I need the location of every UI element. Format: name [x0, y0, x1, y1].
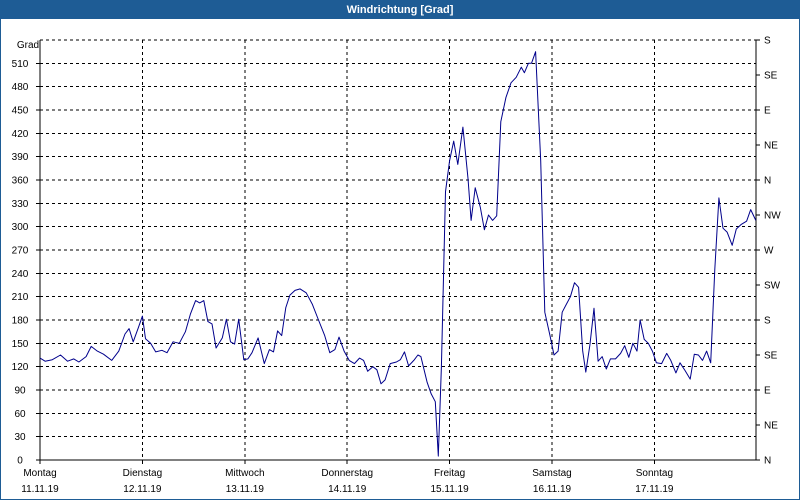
y2-tick-label: E [764, 106, 771, 117]
y2-tick-label: N [764, 176, 771, 187]
y-tick-label: 360 [12, 176, 29, 187]
axes [36, 39, 760, 464]
y2-tick-label: S [764, 36, 771, 47]
y-tick-label: 510 [12, 59, 29, 70]
y2-tick-label: N [764, 456, 771, 467]
y2-tick-label: SW [764, 281, 781, 292]
x-day-label: Sonntag [636, 468, 673, 479]
y-tick-label: 420 [12, 129, 29, 140]
x-date-label: 13.11.19 [226, 484, 265, 495]
y2-tick-label: S [764, 316, 771, 327]
grid-lines [40, 39, 756, 460]
y-tick-label: 240 [12, 269, 29, 280]
x-day-label: Dienstag [123, 468, 162, 479]
y2-tick-label: E [764, 386, 771, 397]
x-day-label: Donnerstag [321, 468, 373, 479]
y-tick-label: 330 [12, 199, 29, 210]
x-date-label: 16.11.19 [533, 484, 572, 495]
y-tick-label: 0 [17, 456, 23, 467]
y2-tick-label: NE [764, 421, 778, 432]
x-day-label: Freitag [434, 468, 465, 479]
y-tick-label: 60 [14, 409, 26, 420]
x-day-label: Samstag [532, 468, 571, 479]
y-axis-label: Grad [17, 40, 39, 51]
y-tick-label: 270 [12, 246, 29, 257]
tick-labels: 0 30 60 90 120 150 180 210 240 270 300 330 360 390 420… [12, 36, 782, 496]
x-date-label: 12.11.19 [123, 484, 162, 495]
y-tick-label: 480 [12, 82, 29, 93]
y2-tick-label: NE [764, 141, 778, 152]
y-tick-label: 150 [12, 339, 29, 350]
x-date-label: 15.11.19 [431, 484, 470, 495]
x-date-label: 11.11.19 [21, 484, 59, 495]
y-tick-label: 450 [12, 106, 29, 117]
series-line-wind-direction [39, 51, 757, 457]
wind-direction-chart: 0 30 60 90 120 150 180 210 240 270 300 330 360 390 420… [12, 36, 782, 496]
x-date-label: 14.11.19 [328, 484, 367, 495]
y2-tick-label: SE [764, 71, 778, 82]
x-day-label: Montag [23, 468, 56, 479]
y-tick-label: 300 [12, 222, 29, 233]
x-day-label: Mittwoch [225, 468, 264, 479]
y2-tick-label: W [764, 246, 774, 257]
y-tick-label: 30 [14, 432, 26, 443]
y-tick-label: 210 [12, 292, 29, 303]
y2-tick-label: SE [764, 351, 778, 362]
y-tick-label: 180 [12, 316, 29, 327]
y2-tick-label: NW [764, 211, 781, 222]
series-layer [39, 51, 757, 457]
y-tick-label: 390 [12, 152, 29, 163]
x-date-label: 17.11.19 [635, 484, 674, 495]
y-tick-label: 90 [14, 386, 26, 397]
y-tick-label: 120 [12, 362, 29, 373]
